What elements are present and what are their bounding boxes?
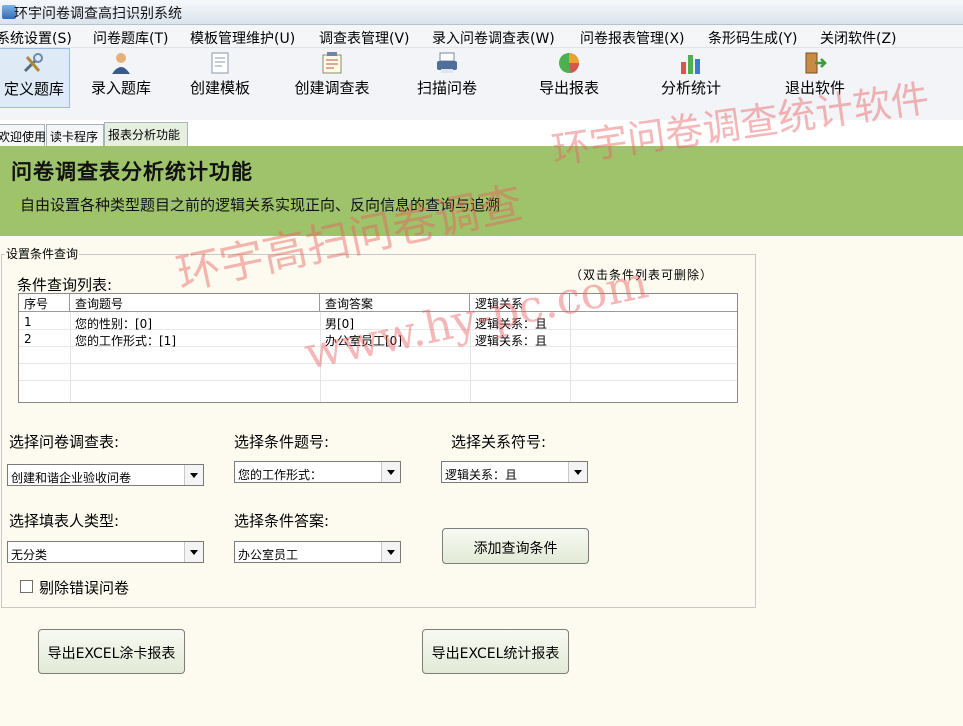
menu-question-bank[interactable]: 问卷题库(T) bbox=[93, 28, 168, 48]
title-bar: 环宇问卷调查高扫识别系统 bbox=[0, 0, 963, 25]
chevron-down-icon[interactable] bbox=[184, 542, 203, 562]
scan-survey-button[interactable]: 扫描问卷 bbox=[405, 48, 489, 108]
window-title: 环宇问卷调查高扫识别系统 bbox=[14, 6, 182, 22]
column-header-index: 序号 bbox=[19, 294, 70, 312]
chevron-down-icon[interactable] bbox=[184, 465, 203, 485]
add-condition-button[interactable]: 添加查询条件 bbox=[442, 528, 589, 564]
export-report-button[interactable]: 导出报表 bbox=[527, 48, 611, 108]
export-card-report-button[interactable]: 导出EXCEL涂卡报表 bbox=[38, 629, 185, 674]
feature-banner: 问卷调查表分析统计功能 自由设置各种类型题目之前的逻辑关系实现正向、反向信息的查… bbox=[0, 146, 963, 236]
tab-report-analysis[interactable]: 报表分析功能 bbox=[104, 122, 188, 146]
filler-type-label: 选择填表人类型: bbox=[9, 512, 120, 530]
notepad-icon bbox=[322, 52, 342, 74]
export-stats-report-button[interactable]: 导出EXCEL统计报表 bbox=[422, 629, 569, 674]
create-template-button[interactable]: 创建模板 bbox=[180, 48, 260, 108]
answer-select[interactable]: 办公室员工 bbox=[234, 541, 401, 563]
tab-card-reader[interactable]: 读卡程序 bbox=[46, 124, 104, 146]
chevron-down-icon[interactable] bbox=[568, 462, 587, 482]
tab-welcome[interactable]: 欢迎使用 bbox=[0, 124, 46, 146]
chevron-down-icon[interactable] bbox=[381, 542, 400, 562]
content-area: 设置条件查询 条件查询列表: （双击条件列表可删除） 序号 查询题号 查询答案 … bbox=[0, 236, 963, 726]
menu-template-maintenance[interactable]: 模板管理维护(U) bbox=[190, 28, 295, 48]
column-header-question: 查询题号 bbox=[70, 294, 320, 312]
person-icon bbox=[112, 53, 130, 74]
grid-line bbox=[19, 363, 737, 364]
answer-select-label: 选择条件答案: bbox=[234, 512, 330, 530]
condition-list-table[interactable]: 序号 查询题号 查询答案 逻辑关系 1 您的性别：[0] 男[0] 逻辑关系：且… bbox=[18, 293, 738, 403]
table-cell[interactable]: 您的性别：[0] bbox=[70, 313, 320, 331]
create-survey-button[interactable]: 创建调查表 bbox=[282, 48, 382, 108]
table-cell[interactable]: 1 bbox=[19, 313, 70, 330]
document-icon bbox=[211, 52, 229, 74]
column-header-answer: 查询答案 bbox=[320, 294, 470, 312]
table-cell[interactable]: 办公室员工[0] bbox=[320, 330, 470, 348]
pie-chart-icon bbox=[559, 53, 580, 73]
menu-report-management[interactable]: 问卷报表管理(X) bbox=[580, 28, 685, 48]
exit-door-icon bbox=[805, 52, 827, 74]
table-cell[interactable]: 逻辑关系：且 bbox=[470, 330, 570, 348]
menu-system-settings[interactable]: 系统设置(S) bbox=[0, 28, 72, 48]
exclude-invalid-checkbox[interactable] bbox=[20, 580, 33, 593]
table-cell[interactable]: 2 bbox=[19, 330, 70, 347]
tab-strip: 欢迎使用 读卡程序 报表分析功能 bbox=[0, 122, 963, 146]
menu-enter-survey[interactable]: 录入问卷调查表(W) bbox=[432, 28, 555, 48]
survey-select[interactable]: 创建和谐企业验收问卷 bbox=[7, 464, 204, 486]
menu-bar: 系统设置(S) 问卷题库(T) 模板管理维护(U) 调查表管理(V) 录入问卷调… bbox=[0, 25, 963, 48]
grid-line bbox=[570, 312, 571, 402]
relation-select[interactable]: 逻辑关系：且 bbox=[441, 461, 588, 483]
question-select-label: 选择条件题号: bbox=[234, 433, 330, 451]
condition-list-hint: （双击条件列表可删除） bbox=[570, 268, 714, 282]
grid-line bbox=[19, 380, 737, 381]
menu-survey-management[interactable]: 调查表管理(V) bbox=[319, 28, 410, 48]
exit-software-button[interactable]: 退出软件 bbox=[772, 48, 858, 108]
table-cell[interactable]: 逻辑关系：且 bbox=[470, 313, 570, 331]
table-cell[interactable]: 您的工作形式：[1] bbox=[70, 330, 320, 348]
column-header-logic: 逻辑关系 bbox=[470, 294, 570, 312]
tools-icon bbox=[23, 53, 43, 73]
define-question-bank-button[interactable]: 定义题库 bbox=[0, 48, 70, 108]
bar-chart-icon bbox=[681, 55, 700, 74]
query-group-title: 设置条件查询 bbox=[5, 245, 80, 262]
survey-select-label: 选择问卷调查表: bbox=[9, 433, 120, 451]
toolbar: 定义题库 录入题库 创建模板 创建调查表 扫描问卷 导出报表 分析统计 退出软件 bbox=[0, 48, 963, 120]
menu-barcode[interactable]: 条形码生成(Y) bbox=[708, 28, 797, 48]
page-title: 问卷调查表分析统计功能 bbox=[11, 160, 253, 184]
relation-select-label: 选择关系符号: bbox=[451, 433, 547, 451]
scanner-icon bbox=[437, 52, 457, 73]
condition-list-label: 条件查询列表: bbox=[17, 276, 113, 294]
menu-close-software[interactable]: 关闭软件(Z) bbox=[820, 28, 897, 48]
question-select[interactable]: 您的工作形式： bbox=[234, 461, 401, 483]
filler-type-select[interactable]: 无分类 bbox=[7, 541, 204, 563]
table-cell[interactable]: 男[0] bbox=[320, 313, 470, 331]
chevron-down-icon[interactable] bbox=[381, 462, 400, 482]
exclude-invalid-label: 剔除错误问卷 bbox=[39, 579, 130, 597]
enter-question-bank-button[interactable]: 录入题库 bbox=[82, 48, 160, 108]
column-header-empty bbox=[570, 294, 737, 312]
page-subtitle: 自由设置各种类型题目之前的逻辑关系实现正向、反向信息的查询与追溯 bbox=[20, 196, 501, 214]
analysis-statistics-button[interactable]: 分析统计 bbox=[648, 48, 734, 108]
